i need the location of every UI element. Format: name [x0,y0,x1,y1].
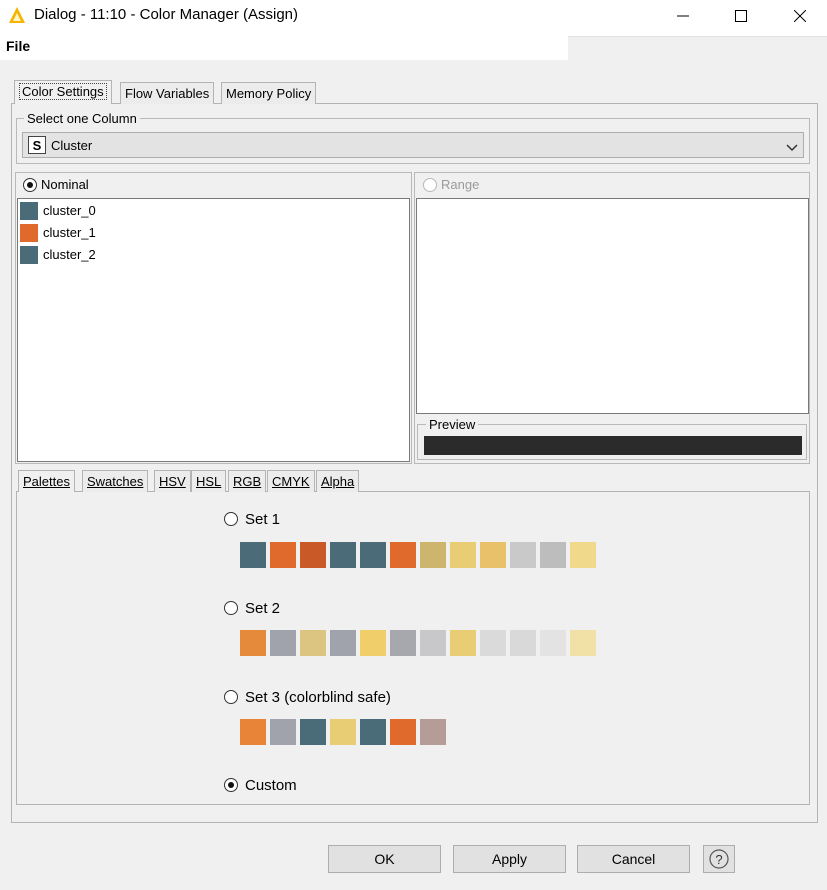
column-select[interactable] [22,132,804,158]
menu-bar-strip [568,36,827,60]
tab-hsv[interactable]: HSV [154,470,191,492]
palette-color-swatch[interactable] [300,719,326,745]
set-1-radio[interactable] [224,512,238,526]
help-button[interactable]: ? [703,845,735,873]
window-title: Dialog - 11:10 - Color Manager (Assign) [34,6,299,23]
palette-color-swatch[interactable] [330,630,356,656]
menu-file[interactable]: File [6,38,30,54]
tab-color-settings[interactable]: Color Settings [14,80,112,104]
palette-color-swatch[interactable] [240,542,266,568]
palette-color-swatch[interactable] [360,630,386,656]
palette-color-swatch[interactable] [390,719,416,745]
tab-memory-policy[interactable]: Memory Policy [221,82,317,104]
palette-color-swatch[interactable] [330,719,356,745]
cluster-1-color-swatch [20,224,38,242]
palette-color-swatch[interactable] [540,630,566,656]
palette-color-swatch[interactable] [420,630,446,656]
apply-button[interactable]: Apply [453,845,566,873]
palette-color-swatch[interactable] [360,719,386,745]
range-value-list [416,198,809,414]
palette-color-swatch[interactable] [330,542,356,568]
tab-alpha[interactable]: Alpha [316,470,360,492]
column-select-value: Cluster [51,138,93,153]
palette-color-swatch[interactable] [240,630,266,656]
list-item[interactable]: cluster_0 [43,203,96,218]
range-label: Range [441,177,480,192]
set-3-label[interactable]: Set 3 (colorblind safe) [245,689,391,706]
set-2-radio[interactable] [224,601,238,615]
tab-cmyk[interactable]: CMYK [267,470,315,492]
palette-color-swatch[interactable] [480,630,506,656]
nominal-radio[interactable] [23,178,37,192]
palette-color-swatch[interactable] [390,630,416,656]
palette-color-swatch[interactable] [240,719,266,745]
close-icon [794,10,806,22]
tab-swatches[interactable]: Swatches [82,470,149,492]
nominal-label[interactable]: Nominal [41,177,89,192]
tab-flow-variables[interactable]: Flow Variables [120,82,215,104]
cluster-2-color-swatch [20,246,38,264]
palette-color-swatch[interactable] [270,542,296,568]
preview-label: Preview [426,417,479,432]
palette-color-swatch[interactable] [510,630,536,656]
knime-triangle-icon [8,6,26,24]
palette-color-swatch[interactable] [390,542,416,568]
set-1-label[interactable]: Set 1 [245,511,280,528]
palette-color-swatch[interactable] [300,542,326,568]
ok-button[interactable]: OK [328,845,441,873]
help-icon: ? [709,849,729,869]
set-3-radio[interactable] [224,690,238,704]
custom-radio[interactable] [224,778,238,792]
palette-color-swatch[interactable] [450,542,476,568]
maximize-button[interactable] [718,0,764,32]
chevron-down-icon[interactable] [786,140,798,155]
palette-color-swatch[interactable] [420,719,446,745]
cluster-0-color-swatch [20,202,38,220]
custom-label[interactable]: Custom [245,777,297,794]
help-icon-glyph: ? [715,852,722,867]
list-item[interactable]: cluster_2 [43,247,96,262]
palette-color-swatch[interactable] [540,542,566,568]
palette-color-swatch[interactable] [570,542,596,568]
tab-hsl[interactable]: HSL [191,470,227,492]
cancel-button[interactable]: Cancel [577,845,690,873]
palette-color-swatch[interactable] [450,630,476,656]
select-column-label: Select one Column [24,111,140,126]
set-2-label[interactable]: Set 2 [245,600,280,617]
palette-color-swatch[interactable] [510,542,536,568]
range-radio[interactable] [423,178,437,192]
palette-color-swatch[interactable] [480,542,506,568]
palette-color-swatch[interactable] [360,542,386,568]
list-item[interactable]: cluster_1 [43,225,96,240]
tab-palettes[interactable]: Palettes [18,470,75,492]
minimize-icon [677,15,689,17]
palette-color-swatch[interactable] [270,630,296,656]
string-type-icon: S [28,136,46,154]
palette-color-swatch[interactable] [270,719,296,745]
minimize-button[interactable] [660,0,706,32]
close-button[interactable] [777,0,823,32]
palette-color-swatch[interactable] [300,630,326,656]
palette-color-swatch[interactable] [570,630,596,656]
palette-color-swatch[interactable] [420,542,446,568]
preview-color-bar [424,436,802,455]
tab-rgb[interactable]: RGB [228,470,267,492]
maximize-icon [735,10,747,22]
